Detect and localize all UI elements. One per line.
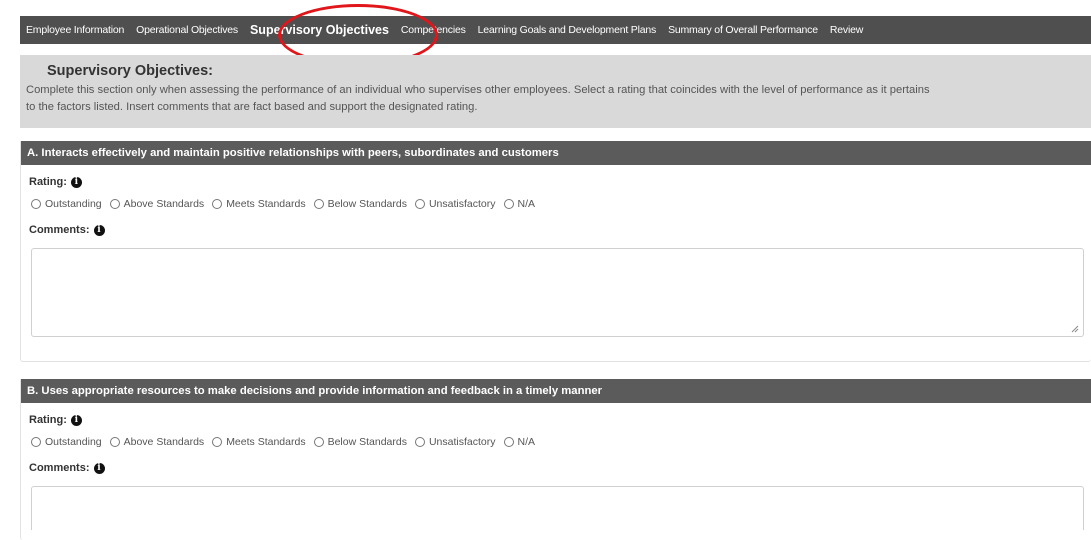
section-b-rating-options: Outstanding Above Standards Meets Standa… bbox=[21, 436, 1091, 448]
radio-button[interactable] bbox=[313, 199, 324, 209]
info-icon[interactable]: i bbox=[70, 414, 82, 426]
rating-option-label: Unsatisfactory bbox=[428, 436, 496, 448]
rating-option-label: Above Standards bbox=[123, 198, 205, 210]
rating-label-text: Rating: bbox=[29, 176, 67, 188]
section-b: B. Uses appropriate resources to make de… bbox=[20, 379, 1091, 540]
rating-label-text: Rating: bbox=[29, 414, 67, 426]
section-b-comments-textarea[interactable] bbox=[31, 486, 1084, 530]
rating-option-label: Meets Standards bbox=[226, 198, 306, 210]
comments-label-text: Comments: bbox=[29, 224, 90, 236]
rating-option-meets-standards[interactable]: Meets Standards bbox=[212, 198, 306, 210]
intro-text-line-1: Complete this section only when assessin… bbox=[26, 84, 930, 96]
intro-text-line-2: to the factors listed. Insert comments t… bbox=[26, 101, 478, 113]
rating-option-unsatisfactory[interactable]: Unsatisfactory bbox=[414, 436, 496, 448]
radio-button[interactable] bbox=[109, 437, 120, 447]
section-b-comments-label: Comments: i bbox=[21, 462, 1091, 474]
rating-option-label: Unsatisfactory bbox=[428, 198, 496, 210]
resize-handle-icon[interactable] bbox=[1071, 325, 1079, 333]
tab-bar: Employee Information Operational Objecti… bbox=[20, 16, 1091, 44]
section-b-heading: B. Uses appropriate resources to make de… bbox=[21, 379, 1091, 403]
rating-option-label: Outstanding bbox=[45, 198, 102, 210]
radio-button[interactable] bbox=[414, 437, 425, 447]
info-icon[interactable]: i bbox=[93, 224, 105, 236]
tab-operational-objectives[interactable]: Operational Objectives bbox=[136, 24, 238, 36]
comments-label-text: Comments: bbox=[29, 462, 90, 474]
radio-button[interactable] bbox=[503, 437, 514, 447]
tab-review[interactable]: Review bbox=[830, 24, 863, 36]
section-a-heading: A. Interacts effectively and maintain po… bbox=[21, 141, 1091, 165]
info-icon[interactable]: i bbox=[70, 176, 82, 188]
rating-option-label: Above Standards bbox=[123, 436, 205, 448]
section-a-rating-options: Outstanding Above Standards Meets Standa… bbox=[21, 198, 1091, 210]
radio-button[interactable] bbox=[31, 199, 41, 209]
tab-supervisory-objectives[interactable]: Supervisory Objectives bbox=[250, 23, 389, 37]
intro-panel: Supervisory Objectives: Complete this se… bbox=[20, 55, 1091, 128]
section-a-rating-label: Rating: i bbox=[21, 176, 1091, 188]
rating-option-label: Below Standards bbox=[327, 198, 407, 210]
radio-button[interactable] bbox=[313, 437, 324, 447]
section-b-rating-label: Rating: i bbox=[21, 414, 1091, 426]
rating-option-unsatisfactory[interactable]: Unsatisfactory bbox=[414, 198, 496, 210]
page-title: Supervisory Objectives: bbox=[47, 63, 214, 79]
rating-option-outstanding[interactable]: Outstanding bbox=[31, 198, 102, 210]
rating-option-meets-standards[interactable]: Meets Standards bbox=[212, 436, 306, 448]
section-a-comments-textarea[interactable] bbox=[31, 248, 1084, 337]
rating-option-label: Meets Standards bbox=[226, 436, 306, 448]
radio-button[interactable] bbox=[212, 199, 223, 209]
rating-option-below-standards[interactable]: Below Standards bbox=[313, 198, 407, 210]
radio-button[interactable] bbox=[212, 437, 223, 447]
radio-button[interactable] bbox=[31, 437, 41, 447]
rating-option-label: Outstanding bbox=[45, 436, 102, 448]
section-a: A. Interacts effectively and maintain po… bbox=[20, 141, 1091, 362]
tab-learning-goals[interactable]: Learning Goals and Development Plans bbox=[478, 24, 657, 36]
radio-button[interactable] bbox=[414, 199, 425, 209]
rating-option-label: N/A bbox=[517, 436, 536, 448]
rating-option-na[interactable]: N/A bbox=[503, 198, 536, 210]
radio-button[interactable] bbox=[109, 199, 120, 209]
tab-summary-overall-performance[interactable]: Summary of Overall Performance bbox=[668, 24, 818, 36]
section-a-comments-label: Comments: i bbox=[21, 224, 1091, 236]
radio-button[interactable] bbox=[503, 199, 514, 209]
rating-option-above-standards[interactable]: Above Standards bbox=[109, 198, 205, 210]
rating-option-label: N/A bbox=[517, 198, 536, 210]
rating-option-na[interactable]: N/A bbox=[503, 436, 536, 448]
tab-employee-information[interactable]: Employee Information bbox=[26, 24, 124, 36]
rating-option-outstanding[interactable]: Outstanding bbox=[31, 436, 102, 448]
info-icon[interactable]: i bbox=[93, 462, 105, 474]
rating-option-below-standards[interactable]: Below Standards bbox=[313, 436, 407, 448]
rating-option-label: Below Standards bbox=[327, 436, 407, 448]
tab-competencies[interactable]: Competencies bbox=[401, 24, 466, 36]
rating-option-above-standards[interactable]: Above Standards bbox=[109, 436, 205, 448]
